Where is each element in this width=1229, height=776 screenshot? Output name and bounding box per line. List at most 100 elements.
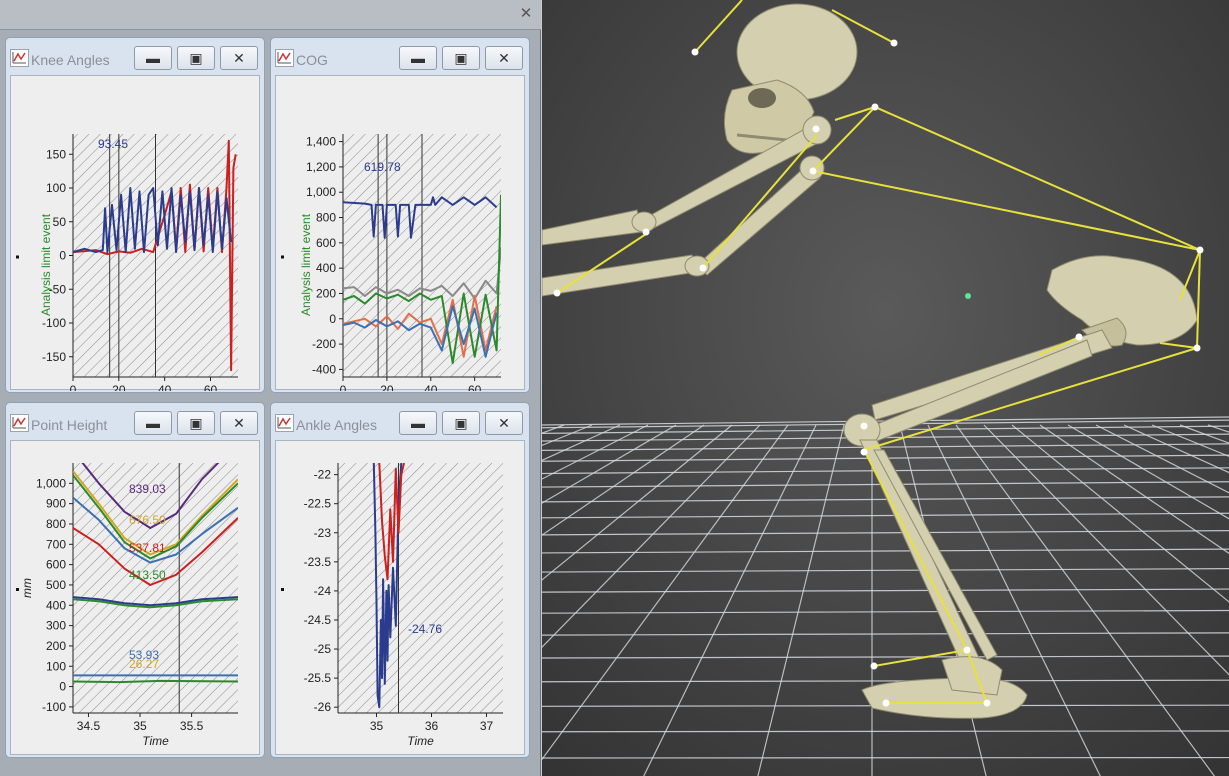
minimize-icon: ▬ [146, 50, 160, 66]
y-tick-label: -22 [314, 468, 332, 482]
x-tick-label: 36 [425, 719, 439, 733]
cog-chart: 0 20 40 60 1,400 1,200 1,000 800 600 400 200 0 -200 -… [275, 75, 525, 391]
line-chart-icon [10, 414, 29, 432]
maximize-button[interactable]: ▣ [177, 46, 215, 70]
y-tick-label: -25.5 [304, 671, 332, 685]
y-tick-label: 400 [316, 261, 336, 275]
x-axis-label: Time [407, 734, 434, 748]
chart-annotation: 839.03 [129, 482, 166, 496]
y-tick-label: 400 [46, 598, 66, 612]
chart-annotation: 413.50 [129, 568, 166, 582]
x-tick-label: 34.5 [77, 719, 101, 733]
y-tick-label: -24 [314, 584, 332, 598]
window-title-bar[interactable]: Point Height ▬ ▣ ✕ [6, 403, 264, 437]
center-of-gravity-point [965, 293, 971, 299]
close-icon: ✕ [498, 50, 510, 66]
y-tick-label: -26 [314, 700, 332, 714]
y-tick-label: 1,400 [306, 135, 336, 149]
maximize-button[interactable]: ▣ [442, 46, 480, 70]
close-button[interactable]: ✕ [220, 46, 258, 70]
x-tick-label: 60 [204, 383, 218, 391]
y-tick-label: -24.5 [304, 613, 332, 627]
x-tick-label: 0 [340, 383, 347, 391]
x-tick-label: 35 [370, 719, 384, 733]
x-tick-label: 20 [112, 383, 126, 391]
series-line [73, 679, 238, 684]
x-tick-label: 40 [158, 383, 172, 391]
maximize-icon: ▣ [454, 50, 468, 66]
y-tick-label: -23 [314, 526, 332, 540]
y-tick-label: 900 [46, 497, 66, 511]
minimize-button[interactable]: ▬ [399, 411, 437, 435]
legend-marker [281, 588, 284, 591]
ankle-angles-window: Ankle Angles ▬ ▣ ✕ 35 36 37 -22 -22.5 -23 -23.… [270, 402, 530, 758]
window-title: COG [296, 52, 328, 68]
y-tick-label: 600 [46, 558, 66, 572]
y-tick-label: 500 [46, 578, 66, 592]
y-tick-label: 150 [46, 147, 66, 161]
window-title-bar[interactable]: Ankle Angles ▬ ▣ ✕ [271, 403, 529, 437]
maximize-icon: ▣ [189, 50, 203, 66]
y-tick-label: -100 [42, 700, 66, 714]
chart-annotation: 676.50 [129, 513, 166, 527]
viewport-background [542, 0, 1229, 776]
chart-annotation: 26.27 [129, 657, 159, 671]
close-button[interactable]: ✕ [485, 411, 523, 435]
minimize-button[interactable]: ▬ [134, 46, 172, 70]
grid-line [542, 730, 1229, 733]
minimize-button[interactable]: ▬ [134, 411, 172, 435]
x-tick-label: 60 [468, 383, 482, 391]
y-tick-label: -25 [314, 642, 332, 656]
y-tick-label: 300 [46, 619, 66, 633]
x-tick-label: 20 [380, 383, 394, 391]
y-tick-label: -100 [42, 316, 66, 330]
x-tick-label: 0 [70, 383, 77, 391]
maximize-icon: ▣ [189, 415, 203, 431]
knee-angles-chart: 0204060150100500-50-100-150TimeAnalysis … [10, 75, 260, 391]
plot-area[interactable] [338, 463, 503, 713]
window-title-bar[interactable]: Knee Angles ▬ ▣ ✕ [6, 38, 264, 72]
dock-title-bar: ✕ [0, 0, 541, 30]
maximize-button[interactable]: ▣ [442, 411, 480, 435]
close-button[interactable]: ✕ [485, 46, 523, 70]
legend-marker [16, 255, 19, 259]
y-tick-label: 50 [53, 215, 67, 229]
x-tick-label: 40 [424, 383, 438, 391]
y-tick-label: 800 [316, 211, 336, 225]
y-tick-label: 0 [329, 312, 336, 326]
y-tick-label: 1,000 [36, 476, 66, 490]
x-axis-label: Time [142, 734, 169, 748]
maximize-icon: ▣ [454, 415, 468, 431]
x-tick-label: 35.5 [180, 719, 204, 733]
3d-viewport[interactable] [542, 0, 1229, 776]
window-title-bar[interactable]: COG ▬ ▣ ✕ [271, 38, 529, 72]
close-button[interactable]: ✕ [220, 411, 258, 435]
x-tick-label: 35 [133, 719, 147, 733]
y-tick-label: 800 [46, 517, 66, 531]
charts-dock-panel: ✕ Knee Angles ▬ ▣ ✕ 0 20 40 60 150 100 50 0 -50-… [0, 0, 541, 776]
minimize-icon: ▬ [411, 415, 425, 431]
chart-annotation: -24.76 [408, 622, 442, 636]
cog-window: COG ▬ ▣ ✕ 0 20 40 60 1,400 1,200 1,000 800 600 40… [270, 37, 530, 393]
3d-scene[interactable] [542, 0, 1229, 776]
maximize-button[interactable]: ▣ [177, 411, 215, 435]
chart-annotation: Analysis limit event [39, 213, 53, 316]
close-icon: ✕ [498, 415, 510, 431]
y-tick-label: 0 [59, 249, 66, 263]
y-tick-label: 0 [59, 680, 66, 694]
y-tick-label: 700 [46, 537, 66, 551]
y-tick-label: 200 [46, 639, 66, 653]
chart-annotation: Analysis limit event [299, 213, 313, 316]
window-title: Ankle Angles [296, 417, 377, 433]
point-height-window: Point Height ▬ ▣ ✕ 34.5 35 35.5 1,000 900 800… [5, 402, 265, 758]
line-chart-icon [10, 49, 29, 67]
line-chart-icon [275, 414, 294, 432]
chart-annotation: 537.81 [129, 541, 166, 555]
dock-close-icon[interactable]: ✕ [517, 5, 535, 23]
window-title: Point Height [31, 417, 108, 433]
point-height-chart: 34.5 35 35.5 1,000 900 800 700 600 500 400 300 200 1… [10, 440, 260, 755]
close-icon: ✕ [233, 415, 245, 431]
knee-angles-window: Knee Angles ▬ ▣ ✕ 0 20 40 60 150 100 50 0 -50 -10… [5, 37, 265, 393]
y-tick-label: -22.5 [304, 497, 332, 511]
minimize-button[interactable]: ▬ [399, 46, 437, 70]
